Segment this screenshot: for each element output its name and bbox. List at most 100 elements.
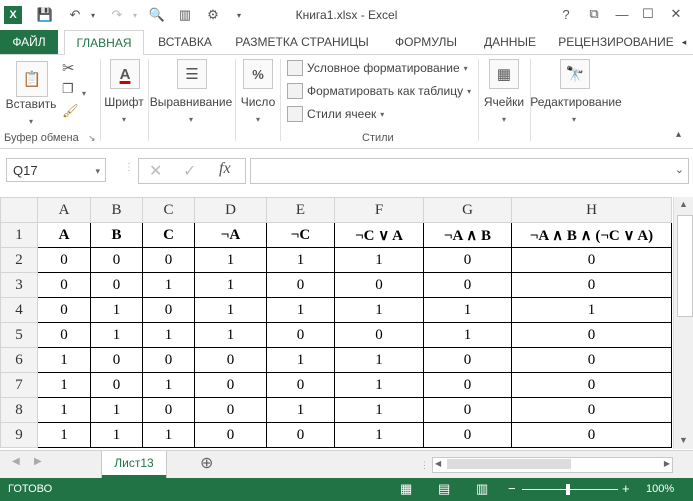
format-as-table-button[interactable]: Форматировать как таблицу ▾ xyxy=(287,83,471,99)
alignment-label[interactable]: Выравнивание xyxy=(148,95,234,109)
conditional-formatting-button[interactable]: Условное форматирование ▾ xyxy=(287,60,468,76)
cell[interactable]: 0 xyxy=(142,297,195,323)
editing-dropdown-icon[interactable]: ▾ xyxy=(572,115,576,124)
cell[interactable]: 0 xyxy=(334,322,424,348)
cell[interactable]: 1 xyxy=(37,422,91,448)
cell[interactable]: A xyxy=(37,222,91,248)
row-header[interactable]: 7 xyxy=(0,372,38,398)
tabs-scroll-icon[interactable]: ◂ xyxy=(677,30,691,54)
paste-icon[interactable]: 📋 xyxy=(16,61,48,97)
cell[interactable]: 0 xyxy=(511,272,672,298)
tab-splitter-icon[interactable]: ⋮ xyxy=(420,460,429,471)
name-box-dropdown-icon[interactable]: ▾ xyxy=(95,159,100,183)
cell[interactable]: 1 xyxy=(37,397,91,423)
zoom-out-icon[interactable]: − xyxy=(508,481,516,496)
tab-page-layout[interactable]: РАЗМЕТКА СТРАНИЦЫ xyxy=(228,30,376,54)
cells-icon[interactable]: ▦ xyxy=(489,59,519,89)
alignment-icon[interactable]: ☰ xyxy=(177,59,207,89)
cell[interactable]: 1 xyxy=(266,297,335,323)
cell[interactable]: 1 xyxy=(423,297,512,323)
scroll-right-icon[interactable]: ▶ xyxy=(664,459,670,468)
h-scroll-thumb[interactable] xyxy=(447,459,571,469)
tab-home[interactable]: ГЛАВНАЯ xyxy=(64,30,144,56)
cell[interactable]: 1 xyxy=(194,322,267,348)
cell[interactable]: 0 xyxy=(90,247,143,273)
cell[interactable]: 1 xyxy=(194,272,267,298)
spreadsheet-grid[interactable]: A B C D E F G H 1 A B C ¬A ¬C ¬C ∨ A ¬A ∧ B ¬A ∧… xyxy=(0,197,672,449)
cell[interactable]: 1 xyxy=(266,247,335,273)
row-header[interactable]: 3 xyxy=(0,272,38,298)
row-header[interactable]: 4 xyxy=(0,297,38,323)
expand-formula-bar-icon[interactable]: ⌄ xyxy=(675,163,684,176)
cell[interactable]: 0 xyxy=(90,347,143,373)
cell[interactable]: ¬C xyxy=(266,222,335,248)
cell[interactable]: 0 xyxy=(266,322,335,348)
number-dropdown-icon[interactable]: ▾ xyxy=(256,115,260,124)
cell[interactable]: 0 xyxy=(423,272,512,298)
normal-view-icon[interactable]: ▦ xyxy=(400,481,412,497)
cell[interactable]: 1 xyxy=(334,397,424,423)
cell[interactable]: 1 xyxy=(334,422,424,448)
cell[interactable]: ¬C ∨ A xyxy=(334,222,424,248)
cell[interactable]: 0 xyxy=(423,247,512,273)
page-layout-view-icon[interactable]: ▤ xyxy=(438,481,450,497)
column-header[interactable]: H xyxy=(511,197,672,223)
cell[interactable]: 0 xyxy=(511,397,672,423)
cell[interactable]: 0 xyxy=(142,397,195,423)
cell[interactable]: 1 xyxy=(266,347,335,373)
cells-dropdown-icon[interactable]: ▾ xyxy=(502,115,506,124)
scroll-left-icon[interactable]: ◀ xyxy=(435,459,441,468)
zoom-level[interactable]: 100% xyxy=(646,483,674,495)
ribbon-options-icon[interactable]: ⧉ xyxy=(582,4,606,24)
tab-formulas[interactable]: ФОРМУЛЫ xyxy=(386,30,466,54)
cell[interactable]: 0 xyxy=(511,372,672,398)
horizontal-scrollbar[interactable]: ◀ ▶ xyxy=(432,457,673,473)
editing-label[interactable]: Редактирование xyxy=(530,95,622,109)
column-header[interactable]: E xyxy=(266,197,335,223)
cell[interactable]: 1 xyxy=(90,297,143,323)
add-sheet-icon[interactable]: ⊕ xyxy=(200,453,213,473)
cell[interactable]: ¬A xyxy=(194,222,267,248)
scroll-thumb[interactable] xyxy=(677,215,693,317)
vertical-scrollbar[interactable]: ▲ ▼ xyxy=(673,197,693,449)
cell[interactable]: 1 xyxy=(90,397,143,423)
cell[interactable]: 1 xyxy=(90,322,143,348)
page-break-view-icon[interactable]: ▥ xyxy=(476,481,488,497)
cell[interactable]: 1 xyxy=(266,397,335,423)
cell[interactable]: 1 xyxy=(90,422,143,448)
row-header[interactable]: 9 xyxy=(0,422,38,448)
name-box[interactable]: Q17 ▾ xyxy=(6,158,106,182)
copy-dropdown-icon[interactable]: ▾ xyxy=(82,89,86,98)
cell[interactable]: 1 xyxy=(334,247,424,273)
sheet-tab-active[interactable]: Лист13 xyxy=(102,451,166,478)
cell[interactable]: 1 xyxy=(194,297,267,323)
paste-dropdown-icon[interactable]: ▾ xyxy=(29,117,33,126)
cell[interactable]: 0 xyxy=(194,372,267,398)
cell[interactable]: 1 xyxy=(334,297,424,323)
cell[interactable]: 0 xyxy=(194,347,267,373)
cell[interactable]: 1 xyxy=(334,347,424,373)
cell[interactable]: 0 xyxy=(266,422,335,448)
cell[interactable]: 1 xyxy=(194,247,267,273)
insert-function-icon[interactable]: fx xyxy=(219,160,231,178)
cell[interactable]: 1 xyxy=(37,347,91,373)
copy-icon[interactable]: ❐ xyxy=(62,81,74,97)
font-icon[interactable]: A xyxy=(110,59,140,89)
cell[interactable]: 0 xyxy=(511,247,672,273)
cell[interactable]: 0 xyxy=(90,372,143,398)
cell[interactable]: 0 xyxy=(37,297,91,323)
cell[interactable]: 0 xyxy=(511,322,672,348)
font-dropdown-icon[interactable]: ▾ xyxy=(122,115,126,124)
cell[interactable]: 0 xyxy=(423,397,512,423)
cell[interactable]: C xyxy=(142,222,195,248)
cell-styles-button[interactable]: Стили ячеек ▾ xyxy=(287,106,384,122)
cancel-icon[interactable]: ✕ xyxy=(149,161,162,181)
cell[interactable]: 0 xyxy=(511,347,672,373)
column-header[interactable]: D xyxy=(194,197,267,223)
cell[interactable]: 0 xyxy=(37,272,91,298)
cell[interactable]: 0 xyxy=(90,272,143,298)
select-all-corner[interactable] xyxy=(0,197,38,223)
tab-file[interactable]: ФАЙЛ xyxy=(0,30,58,54)
cell[interactable]: 0 xyxy=(423,422,512,448)
percent-icon[interactable]: % xyxy=(243,59,273,89)
